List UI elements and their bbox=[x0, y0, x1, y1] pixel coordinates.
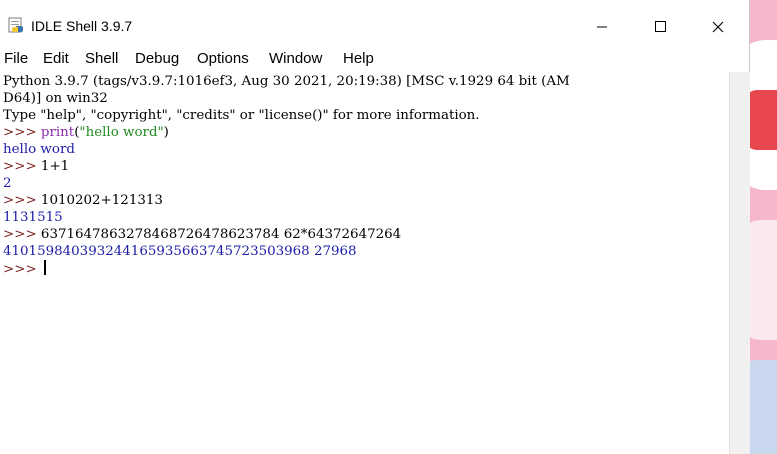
builtin-name: print bbox=[40, 125, 75, 140]
menu-file[interactable]: File bbox=[4, 50, 28, 67]
menu-debug[interactable]: Debug bbox=[135, 50, 179, 67]
shell-prompt: >>> bbox=[3, 159, 41, 174]
shell-prompt: >>> bbox=[3, 227, 41, 242]
command-text: 1010202+121313 bbox=[40, 193, 163, 208]
menu-help[interactable]: Help bbox=[343, 50, 374, 67]
input-line: >>> 1010202+121313 bbox=[3, 192, 163, 209]
text-cursor bbox=[43, 260, 46, 275]
output-line: 2 bbox=[3, 176, 12, 191]
menu-window[interactable]: Window bbox=[269, 50, 322, 67]
paren: ) bbox=[163, 125, 169, 140]
window-title: IDLE Shell 3.9.7 bbox=[31, 18, 133, 34]
string-literal: "hello word" bbox=[79, 125, 164, 140]
menu-bar: File Edit Shell Debug Options Window Hel… bbox=[0, 44, 749, 72]
menu-edit[interactable]: Edit bbox=[43, 50, 69, 67]
command-text: 6371647863278468726478623784 62*64372647… bbox=[40, 227, 402, 242]
banner-line: Type "help", "copyright", "credits" or "… bbox=[3, 108, 480, 123]
input-line: >>> 6371647863278468726478623784 62*6437… bbox=[3, 226, 401, 243]
close-button[interactable] bbox=[695, 8, 741, 38]
python-idle-icon bbox=[8, 17, 23, 33]
menu-shell[interactable]: Shell bbox=[85, 50, 118, 67]
command-text: 1+1 bbox=[40, 159, 70, 174]
output-line: 1131515 bbox=[3, 210, 63, 225]
banner-line: Python 3.9.7 (tags/v3.9.7:1016ef3, Aug 3… bbox=[3, 74, 570, 89]
title-bar[interactable]: IDLE Shell 3.9.7 bbox=[0, 0, 749, 44]
shell-prompt: >>> bbox=[3, 125, 41, 140]
minimize-icon bbox=[597, 26, 607, 28]
input-line: >>> print("hello word") bbox=[3, 124, 169, 141]
shell-prompt: >>> bbox=[3, 262, 41, 277]
output-line: 410159840393244165935663745723503968 279… bbox=[3, 244, 357, 259]
menu-options[interactable]: Options bbox=[197, 50, 249, 67]
output-line: hello word bbox=[3, 142, 75, 157]
close-icon bbox=[712, 21, 724, 33]
input-line: >>> 1+1 bbox=[3, 158, 69, 175]
maximize-icon bbox=[655, 21, 666, 32]
maximize-button[interactable] bbox=[637, 8, 683, 38]
shell-prompt: >>> bbox=[3, 193, 41, 208]
idle-shell-window: IDLE Shell 3.9.7 File Edit Shell Debug O… bbox=[0, 0, 750, 454]
banner-line: D64)] on win32 bbox=[3, 91, 108, 106]
shell-text-area[interactable]: Python 3.9.7 (tags/v3.9.7:1016ef3, Aug 3… bbox=[0, 72, 729, 454]
vertical-scrollbar[interactable] bbox=[729, 72, 750, 454]
minimize-button[interactable] bbox=[579, 8, 625, 38]
input-line[interactable]: >>> bbox=[3, 260, 46, 277]
